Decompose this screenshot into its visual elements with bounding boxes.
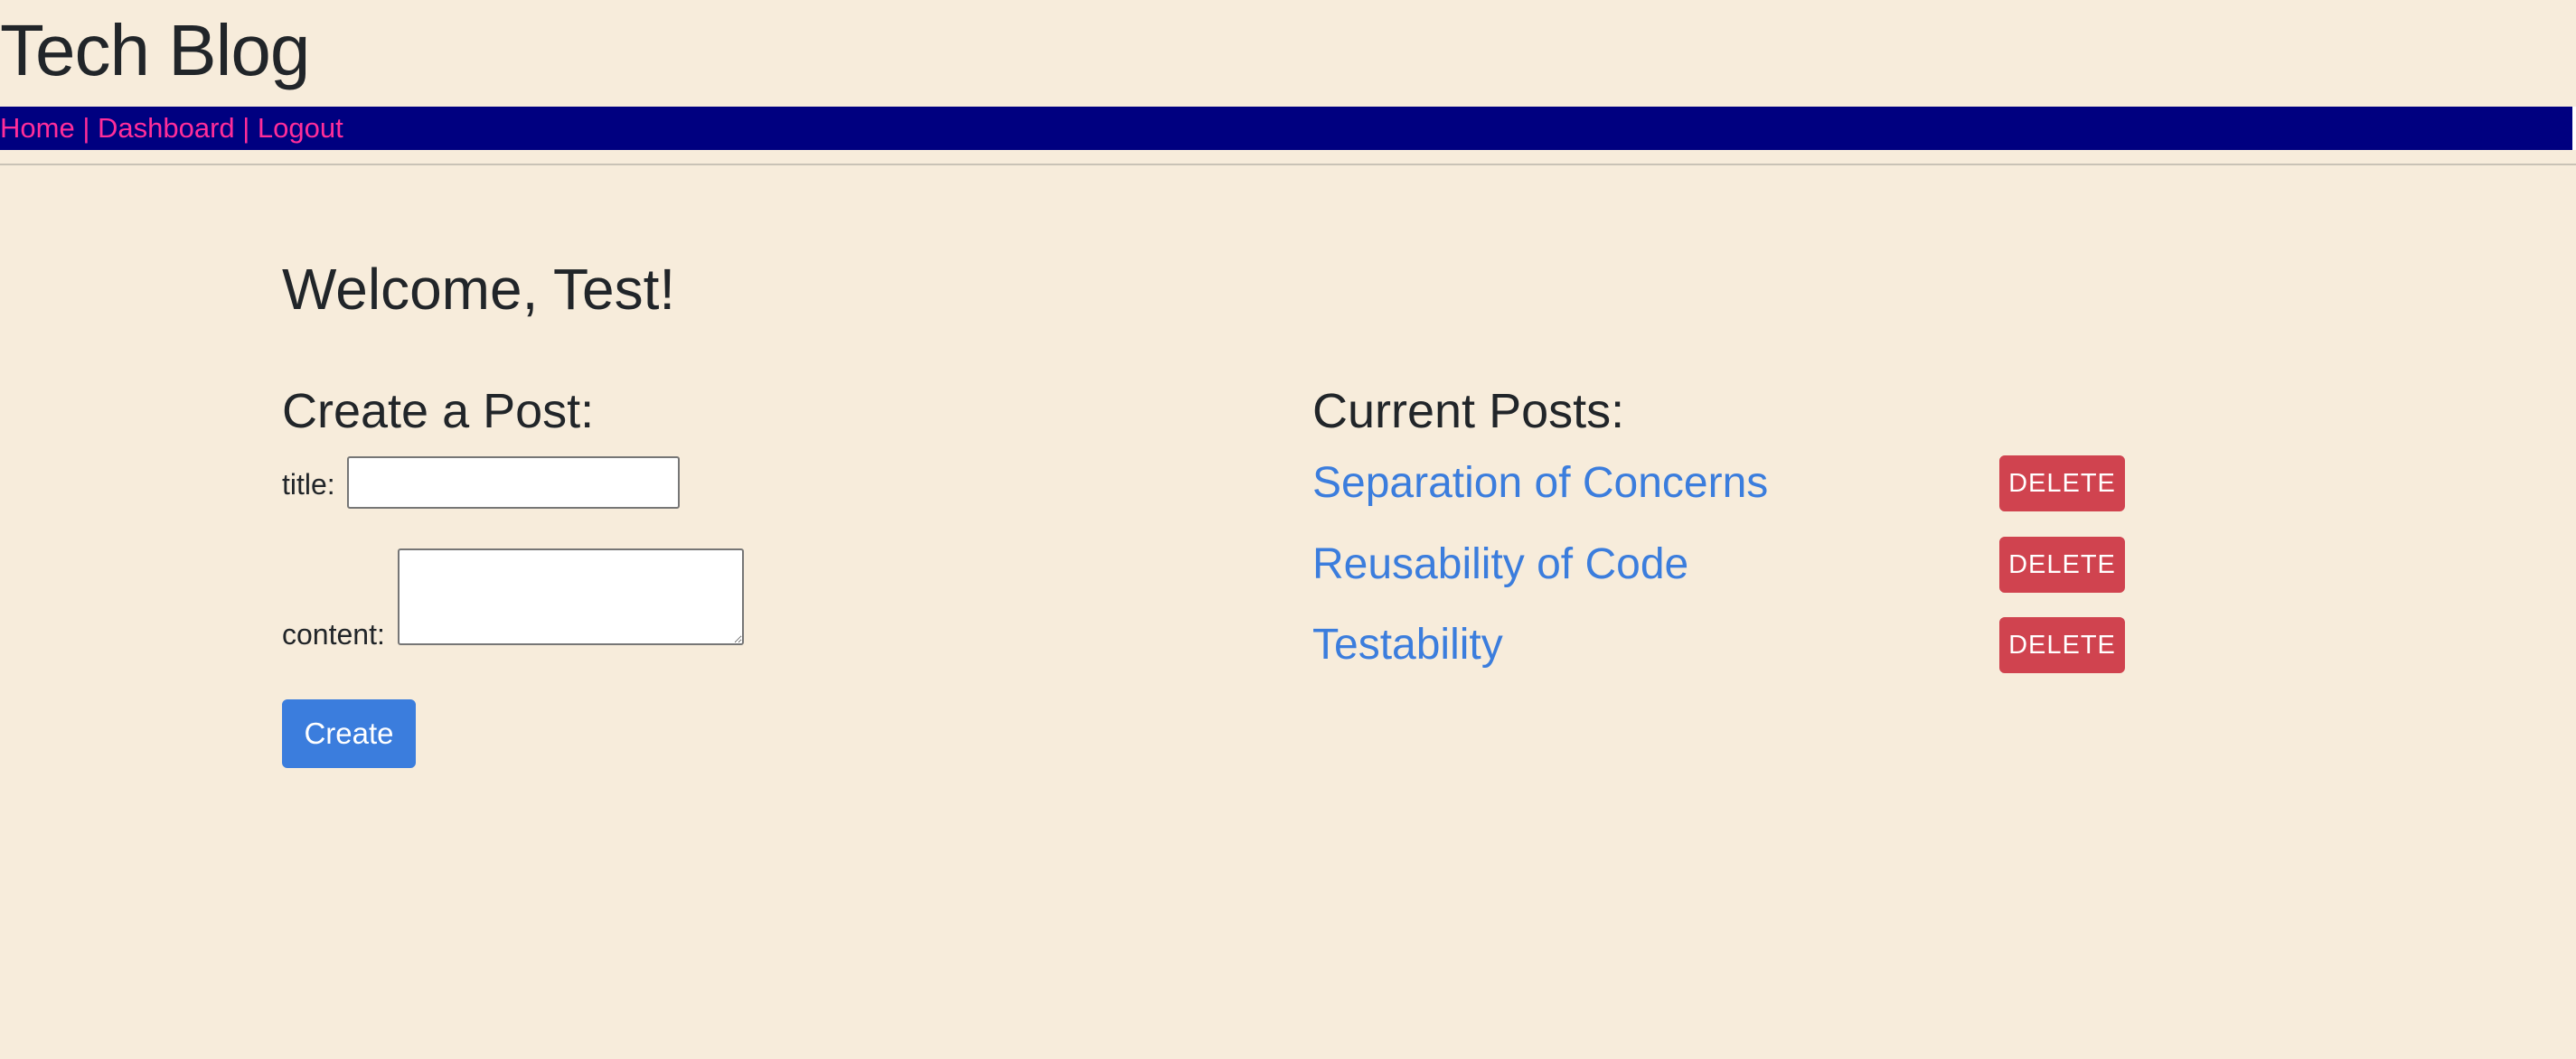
nav-bar: Home | Dashboard | Logout	[0, 107, 2576, 150]
post-title-link[interactable]: Separation of Concerns	[1312, 455, 1768, 511]
content-textarea[interactable]	[398, 548, 744, 645]
content-label: content:	[282, 618, 385, 651]
title-label: title:	[282, 468, 335, 501]
delete-post-button[interactable]: DELETE	[1999, 537, 2125, 593]
header-divider	[0, 164, 2576, 165]
current-posts-heading: Current Posts:	[1312, 384, 1625, 438]
nav-link-logout[interactable]: Logout	[258, 112, 343, 145]
post-row: Separation of Concerns DELETE	[1312, 455, 2126, 511]
delete-post-button[interactable]: DELETE	[1999, 617, 2125, 673]
welcome-heading: Welcome, Test!	[282, 257, 676, 322]
post-row: Reusability of Code DELETE	[1312, 537, 2126, 593]
title-input[interactable]	[347, 456, 680, 509]
post-title-link[interactable]: Reusability of Code	[1312, 537, 1688, 593]
site-title: Tech Blog	[0, 10, 310, 90]
nav-separator: |	[74, 112, 98, 144]
create-button[interactable]: Create	[282, 699, 416, 768]
nav-link-dashboard[interactable]: Dashboard	[98, 112, 235, 145]
post-title-link[interactable]: Testability	[1312, 617, 1503, 673]
nav-separator: |	[234, 112, 258, 144]
nav-link-home[interactable]: Home	[0, 112, 75, 145]
create-post-heading: Create a Post:	[282, 384, 595, 438]
delete-post-button[interactable]: DELETE	[1999, 455, 2125, 511]
post-row: Testability DELETE	[1312, 617, 2126, 673]
